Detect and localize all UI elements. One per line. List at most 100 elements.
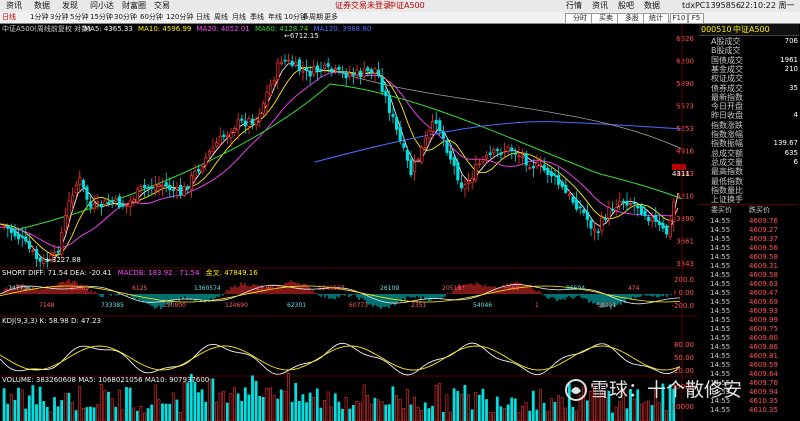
ma120-legend: MA120: 3988.80 [313, 25, 372, 33]
quote-value: 6 [793, 157, 798, 166]
login-notice[interactable]: 证券交易未登录 [335, 0, 391, 12]
price-tick: 5253 [676, 125, 694, 133]
volume-bar [175, 399, 179, 421]
menu-item-info[interactable]: 资讯 [592, 0, 608, 12]
volume-bar [542, 402, 546, 421]
candle-body [157, 184, 161, 187]
period-1min[interactable]: 1分钟 [30, 12, 48, 23]
macd-label: 1 [535, 302, 539, 309]
period-3min[interactable]: 3分钟 [50, 12, 68, 23]
candle-body [305, 67, 309, 71]
ma60-legend: MA60: 4128.74 [255, 25, 309, 33]
f5-button[interactable]: F5 [688, 13, 704, 24]
candle-body [542, 164, 546, 171]
candle-body [215, 142, 219, 147]
macd-label: 474 [628, 285, 640, 292]
macd-label: 124690 [225, 302, 248, 309]
volume-bar [74, 410, 78, 421]
volume-bar [56, 406, 60, 421]
period-month[interactable]: 月线 [232, 12, 246, 23]
period-more[interactable]: 更多 [324, 12, 338, 23]
candle-body [535, 162, 539, 167]
menu-item-stats[interactable]: 数据 [644, 0, 660, 12]
menu-item-wealth[interactable]: 财富圈 [122, 0, 146, 12]
volume-bar [312, 397, 316, 421]
menu-item-discover[interactable]: 发现 [62, 0, 78, 12]
macd-label: 1349567 [318, 285, 345, 292]
volume-bar [31, 385, 35, 421]
volume-bar [272, 395, 276, 421]
candle-body [654, 214, 658, 222]
period-quarter[interactable]: 季线 [250, 12, 264, 23]
f10-button[interactable]: F10 [670, 13, 688, 24]
volume-bar [294, 383, 298, 421]
period-multi[interactable]: 多周期 [302, 12, 323, 23]
volume-bar [499, 406, 503, 421]
volume-bar [441, 411, 445, 421]
trade-price: 4609.76 [749, 217, 778, 225]
volume-bar [549, 398, 553, 421]
menu-item-forum[interactable]: 股吧 [618, 0, 634, 12]
period-daily[interactable]: 日线 [2, 12, 16, 23]
candle-body [99, 203, 103, 208]
period-15min[interactable]: 15分钟 [90, 12, 113, 23]
volume-bar [618, 401, 622, 421]
macd-label: 6960 [504, 285, 519, 292]
quote-label: 指数涨幅 [711, 130, 743, 139]
trade-price: 4609.94 [749, 388, 778, 396]
menu-item-ask[interactable]: 问小达 [90, 0, 114, 12]
period-120min[interactable]: 120分钟 [166, 12, 193, 23]
period-day[interactable]: 日线 [196, 12, 210, 23]
period-week[interactable]: 周线 [214, 12, 228, 23]
volume-bar [362, 384, 366, 421]
volume-bar [398, 399, 402, 421]
candle-body [549, 171, 553, 177]
menu-item-news[interactable]: 资讯 [6, 0, 22, 12]
volume-bar [287, 373, 290, 421]
candle-body [269, 84, 273, 96]
volume-bar [107, 391, 110, 421]
period-60min[interactable]: 60分钟 [140, 12, 163, 23]
volume-bar [402, 408, 406, 421]
period-5min[interactable]: 5分钟 [70, 12, 88, 23]
volume-bar [571, 406, 575, 421]
candle-body [348, 73, 352, 77]
macd-tick: 200.0 [674, 276, 694, 284]
candle-body [492, 149, 496, 153]
menu-item-quote[interactable]: 行情 [566, 0, 582, 12]
candle-body [456, 162, 460, 181]
period-30min[interactable]: 30分钟 [114, 12, 137, 23]
candle-body [204, 157, 208, 166]
candle-body [276, 62, 280, 80]
volume-bar [13, 399, 17, 421]
trade-price: 4609.47 [749, 289, 778, 297]
chart-title: 中证A500(周线前复权 对数) [2, 25, 91, 33]
quote-label: 指数量比 [711, 185, 743, 195]
volume-bar [319, 407, 323, 421]
price-tick: 3661 [676, 238, 694, 246]
trade-time: 14:55 [710, 217, 731, 225]
menu-item-data[interactable]: 数据 [34, 0, 50, 12]
candle-body [657, 221, 661, 225]
stats-button[interactable]: 统计 [643, 13, 669, 24]
candle-body [150, 187, 154, 189]
candle-body [607, 207, 611, 219]
period-year[interactable]: 年线 [268, 12, 282, 23]
price-tick: 5890 [676, 80, 694, 88]
macd-label: 86604 [566, 285, 585, 292]
menu-item-trade[interactable]: 交易 [154, 0, 170, 12]
candle-body [315, 65, 319, 72]
candle-body [341, 71, 345, 73]
quote-label: 今日开盘 [711, 102, 743, 112]
macd-label: 18065 [70, 285, 89, 292]
volume-bar [265, 388, 269, 421]
volume-bar [96, 404, 100, 421]
candle-body [611, 208, 615, 211]
volume-bar [611, 412, 614, 421]
candle-body [171, 189, 175, 191]
kline-chart[interactable]: 6526620058905573525349164583421038903661… [0, 24, 697, 421]
trade-price: 4609.59 [749, 361, 778, 369]
price-tick: 3343 [676, 260, 694, 268]
volume-bar [517, 412, 521, 421]
candle-body [474, 164, 478, 181]
